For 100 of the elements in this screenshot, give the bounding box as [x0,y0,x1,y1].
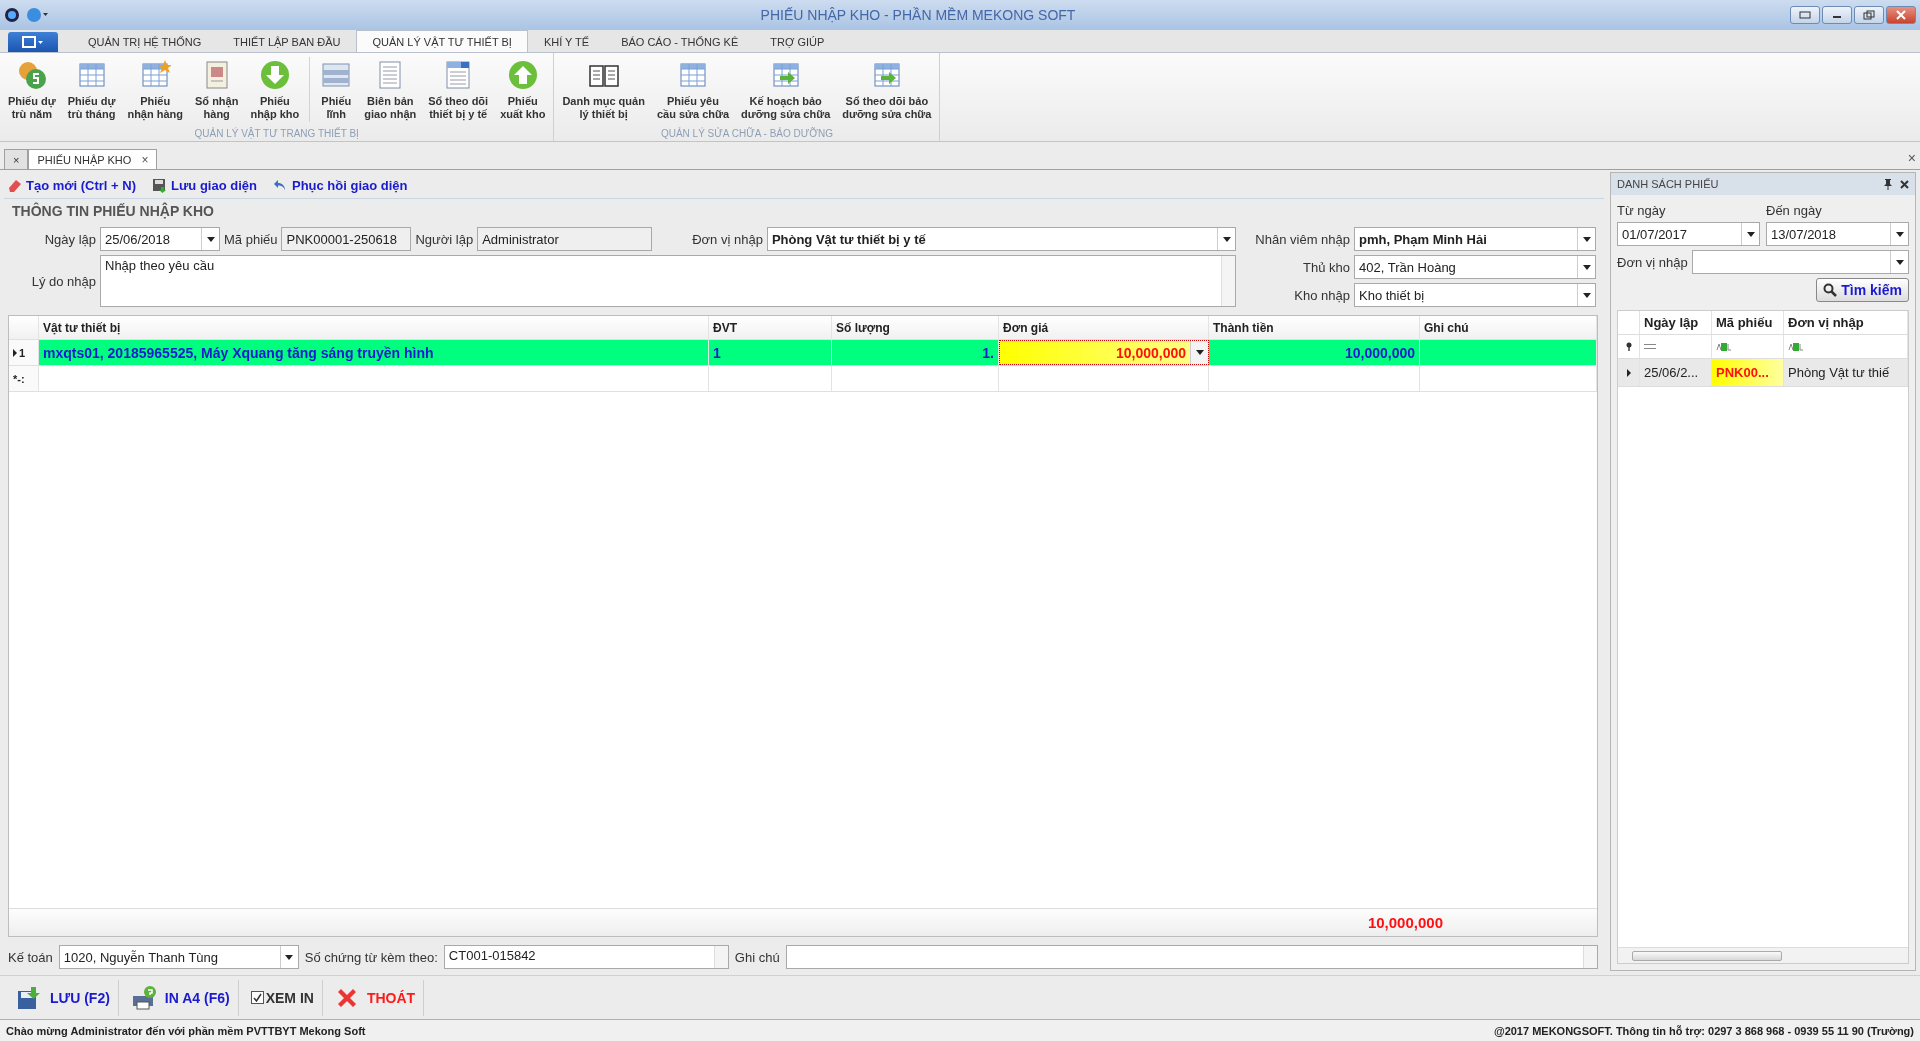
field-label: Đến ngày [1766,203,1823,218]
dropdown-arrow-icon [206,236,215,242]
field-label: Nhân viêm nhập [1254,231,1350,247]
minimize-button[interactable] [1822,6,1852,24]
ribbon-group-label: QUẢN LÝ SỬA CHỮA - BẢO DƯỠNG [659,128,834,141]
dropdown-arrow-icon [1746,231,1755,237]
document-tab[interactable]: PHIẾU NHẬP KHO × [28,149,158,169]
pin-icon[interactable] [1884,178,1892,190]
ribbon-button[interactable]: Kế hoạch bảo dưỡng sửa chữa [735,57,837,123]
field-label: Mã phiếu [224,231,278,247]
list-row[interactable]: 25/06/2... PNK00... Phòng Vật tư thiế [1618,359,1908,387]
ribbon-tab[interactable]: KHÍ Y TẾ [527,30,606,52]
field-label: Lý do nhập [30,273,96,289]
dropdown-arrow-icon [1222,236,1231,242]
ribbon-tab[interactable]: QUẢN TRỊ HỆ THỐNG [72,30,218,52]
field-label: Kế toán [8,949,53,965]
document-tab[interactable]: × [4,149,29,169]
code-field[interactable]: PNK00001-250618 [281,227,412,251]
date-combo[interactable]: 01/07/2017 [1617,222,1760,246]
date-combo[interactable]: 25/06/2018 [100,227,220,251]
ribbon-button[interactable]: Phiếu dự trù tháng [61,57,122,123]
toolbar-link[interactable]: Lưu giao diện [152,177,257,193]
new-row-indicator: *-: [9,366,39,391]
ribbon-button[interactable]: Danh mục quản lý thiết bị [556,57,651,123]
save-button[interactable]: LƯU (F2) [8,979,119,1016]
column-header[interactable]: Ngày lập [1640,311,1712,334]
field-label: Người lập [415,231,474,247]
ribbon-button[interactable]: Phiếu yêu cầu sửa chữa [650,57,736,123]
reason-field[interactable]: Nhập theo yêu cầu [100,255,1236,307]
note-field[interactable] [785,945,1598,969]
section-title: THÔNG TIN PHIẾU NHẬP KHO [4,198,1604,223]
column-header[interactable]: Đơn giá [999,316,1209,339]
ribbon-button[interactable]: Sổ theo dõi bảo dưỡng sửa chữa [836,57,938,123]
horizontal-scrollbar[interactable] [1618,947,1908,963]
support-info: @2017 MEKONGSOFT. Thông tin hỗ trợ: 0297 3 868 968 - 0939 55 11 90 (Trường) [1493,1024,1914,1037]
table-cell: mxqts01, 20185965525, Máy Xquang tăng sáng truyền hình [39,340,709,365]
toolbar-link[interactable]: Phục hồi giao diện [272,177,408,193]
ribbon-tab[interactable]: THIẾT LẬP BAN ĐẦU [217,30,357,52]
staff-combo[interactable]: pmh, Phạm Minh Hải [1354,227,1596,251]
ribbon-button[interactable]: Phiếu nhận hàng [121,57,189,123]
column-header[interactable]: ĐVT [709,316,832,339]
field-label: Thủ kho [1302,259,1350,275]
field-label: Đơn vị nhập [1617,254,1688,270]
close-icon [1896,10,1906,20]
voucher-field[interactable]: CT001-015842 [443,945,729,969]
accountant-combo[interactable]: 1020, Nguyễn Thanh Tùng [58,945,299,969]
column-header[interactable]: Thành tiền [1209,316,1420,339]
app-menu-button[interactable] [8,32,58,52]
ribbon-button[interactable]: Phiếu nhập kho [244,57,306,123]
ribbon-button[interactable]: Sổ theo dõi thiết bị y tế [422,57,495,123]
text-filter-icon [1788,342,1804,351]
ribbon-button[interactable]: Phiếu xuất kho [494,57,552,123]
eraser-icon [8,178,22,192]
field-label: Ngày lập [43,231,96,247]
dropdown-arrow-icon [1895,231,1904,237]
staff-combo[interactable]: Kho thiết bị [1354,283,1596,307]
fullscreen-icon [1799,11,1811,19]
unit-combo[interactable]: Phòng Vật tư thiết bị y tế [766,227,1236,251]
dropdown-arrow-icon [1895,259,1904,265]
text-filter-icon [1716,342,1732,351]
creator-field[interactable]: Administrator [477,227,653,251]
save-icon [16,984,42,1011]
ribbon-group-label: QUẢN LÝ VẬT TƯ TRANG THIẾT BỊ [193,128,360,141]
menu-icon [22,36,44,48]
close-icon[interactable]: × [1907,149,1916,166]
equals-icon [1644,344,1656,349]
close-icon[interactable] [1900,179,1909,189]
search-icon [1823,283,1838,297]
preview-checkbox[interactable]: XEM IN [242,979,323,1016]
ribbon-button[interactable]: Phiếu dự trù năm [2,57,62,123]
field-label: Ghi chú [734,949,780,965]
column-header[interactable]: Số lượng [832,316,999,339]
print-button[interactable]: IN A4 (F6) [122,979,239,1016]
save-icon [152,177,167,193]
field-label: Kho nhập [1293,287,1350,303]
column-header[interactable]: Đơn vị nhập [1784,311,1908,334]
date-combo[interactable]: 13/07/2018 [1766,222,1909,246]
table-row[interactable]: 1 mxqts01, 20185965525, Máy Xquang tăng sáng truyền hình 1 1. 10,000,000 10,000,000 [9,340,1597,366]
column-header[interactable]: Vật tư thiết bị [39,316,709,339]
restore-button[interactable] [1854,6,1884,24]
ribbon-button[interactable]: Sổ nhận hàng [189,57,245,123]
close-button[interactable] [1886,6,1916,24]
table-cell: Phòng Vật tư thiế [1784,359,1908,386]
ribbon-tab[interactable]: TRỢ GIÚP [754,30,841,52]
column-header[interactable]: Mã phiếu [1712,311,1784,334]
toolbar-link[interactable]: Tạo mới (Ctrl + N) [8,177,136,193]
tab-close-icon[interactable]: × [141,152,149,167]
printer-icon [130,984,157,1011]
ribbon-button[interactable]: Biên bản giao nhận [358,57,423,123]
search-button[interactable]: Tìm kiếm [1816,278,1909,302]
staff-combo[interactable]: 402, Trần Hoàng [1354,255,1596,279]
checkbox[interactable] [250,991,264,1004]
ribbon-button[interactable]: Phiếu lĩnh [309,57,359,123]
ribbon-tab[interactable]: QUẢN LÝ VẬT TƯ THIẾT BỊ [356,30,528,52]
ribbon-tab[interactable]: BÁO CÁO - THỐNG KÊ [605,30,755,52]
dropdown-arrow-icon [1582,264,1591,270]
status-message: Chào mừng Administrator đến với phần mềm PVTTBYT Mekong Soft [6,1024,366,1037]
dropdown-arrow-icon [285,954,294,960]
table-cell: 10,000,000 [999,340,1209,365]
column-header[interactable]: Ghi chú [1420,316,1597,339]
